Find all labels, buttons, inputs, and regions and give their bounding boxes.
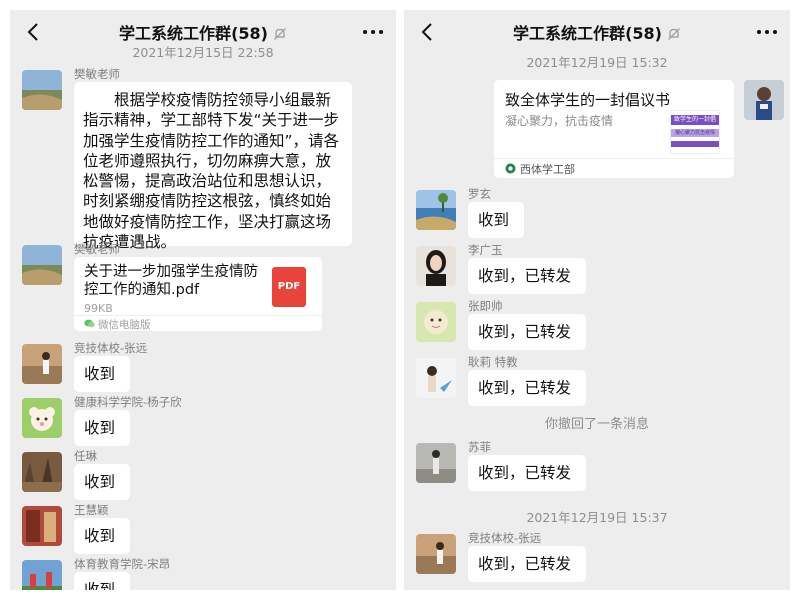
link-card-source: 西体学工部	[520, 163, 575, 176]
source-logo-icon	[505, 163, 516, 174]
message-text: 收到，已转发	[478, 379, 572, 397]
file-size: 99KB	[84, 302, 113, 315]
file-name: 关于进一步加强学生疫情防控工作的通知.pdf	[84, 264, 258, 298]
message-text: 收到，已转发	[478, 555, 572, 573]
message-bubble[interactable]: 收到	[74, 572, 130, 590]
avatar[interactable]	[22, 344, 62, 384]
file-source: 微信电脑版	[98, 319, 151, 331]
sender-name: 张即帅	[468, 299, 503, 313]
avatar[interactable]	[416, 190, 456, 230]
chat-title: 学工系统工作群(58)	[10, 20, 396, 44]
message-text: 收到	[84, 527, 116, 545]
sender-name: 罗玄	[468, 187, 491, 201]
title-bar: 学工系统工作群(58)	[404, 10, 790, 54]
wechat-icon	[84, 319, 95, 328]
message-text: 收到	[84, 419, 116, 437]
sender-name: 竞技体校-张远	[74, 341, 148, 355]
sender-name: 樊敏老师	[74, 242, 120, 256]
message-bubble[interactable]: 收到，已转发	[468, 370, 586, 406]
chat-title: 学工系统工作群(58)	[404, 20, 790, 44]
message-text: 收到	[84, 473, 116, 491]
sender-name: 任琳	[74, 449, 97, 463]
avatar[interactable]	[22, 452, 62, 492]
message-text: 收到，已转发	[478, 464, 572, 482]
message-bubble[interactable]: 收到	[74, 464, 130, 500]
message-text: 收到，已转发	[478, 267, 572, 285]
sender-name: 健康科学学院-杨子欣	[74, 395, 182, 409]
message-text: 收到	[84, 365, 116, 383]
timestamp: 2021年12月19日 15:32	[526, 55, 668, 70]
recall-notice: 你撤回了一条消息	[544, 417, 649, 432]
more-dots-icon[interactable]	[360, 22, 386, 42]
avatar[interactable]	[416, 358, 456, 398]
message-bubble[interactable]: 收到，已转发	[468, 258, 586, 294]
avatar[interactable]	[416, 302, 456, 342]
more-dots-icon[interactable]	[754, 22, 780, 42]
avatar-self[interactable]	[744, 80, 784, 120]
sender-name: 耿莉 特教	[468, 355, 518, 369]
message-text: 收到，已转发	[478, 323, 572, 341]
sender-name: 苏菲	[468, 440, 491, 454]
avatar[interactable]	[22, 70, 62, 110]
message-bubble[interactable]: 收到，已转发	[468, 314, 586, 350]
thumbnail-title: 致学生的一封倡	[671, 115, 719, 125]
link-card-title: 致全体学生的一封倡议书	[505, 91, 671, 109]
message-text: 收到	[478, 211, 510, 229]
chat-window-left: 学工系统工作群(58) 2021年12月15日 22:58 樊敏老师 根据学校疫…	[10, 10, 396, 590]
member-count: (58)	[625, 24, 662, 43]
bell-off-icon	[668, 28, 680, 40]
message-bubble[interactable]: 收到	[74, 518, 130, 554]
sender-name: 樊敏老师	[74, 67, 120, 81]
thumbnail-subtitle: 凝心聚力抗击疫情	[671, 129, 719, 137]
avatar[interactable]	[22, 506, 62, 546]
group-name: 学工系统工作群	[119, 24, 232, 43]
link-card[interactable]: 致全体学生的一封倡议书 凝心聚力，抗击疫情 致学生的一封倡 凝心聚力抗击疫情 西…	[494, 80, 734, 178]
message-text: 收到	[84, 581, 116, 590]
message-bubble[interactable]: 收到	[74, 410, 130, 446]
avatar[interactable]	[416, 246, 456, 286]
message-text: 根据学校疫情防控领导小组最新指示精神，学工部特下发“关于进一步加强学生疫情防控工…	[83, 91, 340, 252]
avatar[interactable]	[416, 534, 456, 574]
timestamp: 2021年12月15日 22:58	[132, 45, 274, 60]
avatar[interactable]	[22, 245, 62, 285]
file-card[interactable]: 关于进一步加强学生疫情防控工作的通知.pdf 99KB PDF 微信电脑版	[74, 257, 322, 331]
message-bubble[interactable]: 根据学校疫情防控领导小组最新指示精神，学工部特下发“关于进一步加强学生疫情防控工…	[74, 82, 352, 251]
message-bubble[interactable]: 收到	[74, 356, 130, 392]
group-name: 学工系统工作群	[513, 24, 626, 43]
divider	[494, 158, 734, 159]
sender-name: 王慧颖	[74, 503, 109, 517]
thumbnail-bar	[671, 141, 719, 147]
chat-window-right: 学工系统工作群(58) 2021年12月19日 15:32 致全体学生的一封倡议…	[404, 10, 790, 590]
pdf-file-icon: PDF	[272, 267, 306, 307]
sender-name: 竞技体校-张远	[468, 531, 542, 545]
avatar[interactable]	[416, 443, 456, 483]
link-card-thumbnail: 致学生的一封倡 凝心聚力抗击疫情	[670, 110, 720, 154]
avatar[interactable]	[22, 560, 62, 590]
sender-name: 李广玉	[468, 243, 503, 257]
avatar[interactable]	[22, 398, 62, 438]
divider	[74, 315, 322, 316]
message-bubble[interactable]: 收到	[468, 202, 524, 238]
message-bubble[interactable]: 收到，已转发	[468, 455, 586, 491]
member-count: (58)	[231, 24, 268, 43]
sender-name: 体育教育学院-宋昂	[74, 557, 171, 571]
link-card-desc: 凝心聚力，抗击疫情	[505, 114, 614, 128]
message-bubble[interactable]: 收到，已转发	[468, 546, 586, 582]
bell-off-icon	[274, 28, 286, 40]
timestamp: 2021年12月19日 15:37	[526, 510, 668, 525]
